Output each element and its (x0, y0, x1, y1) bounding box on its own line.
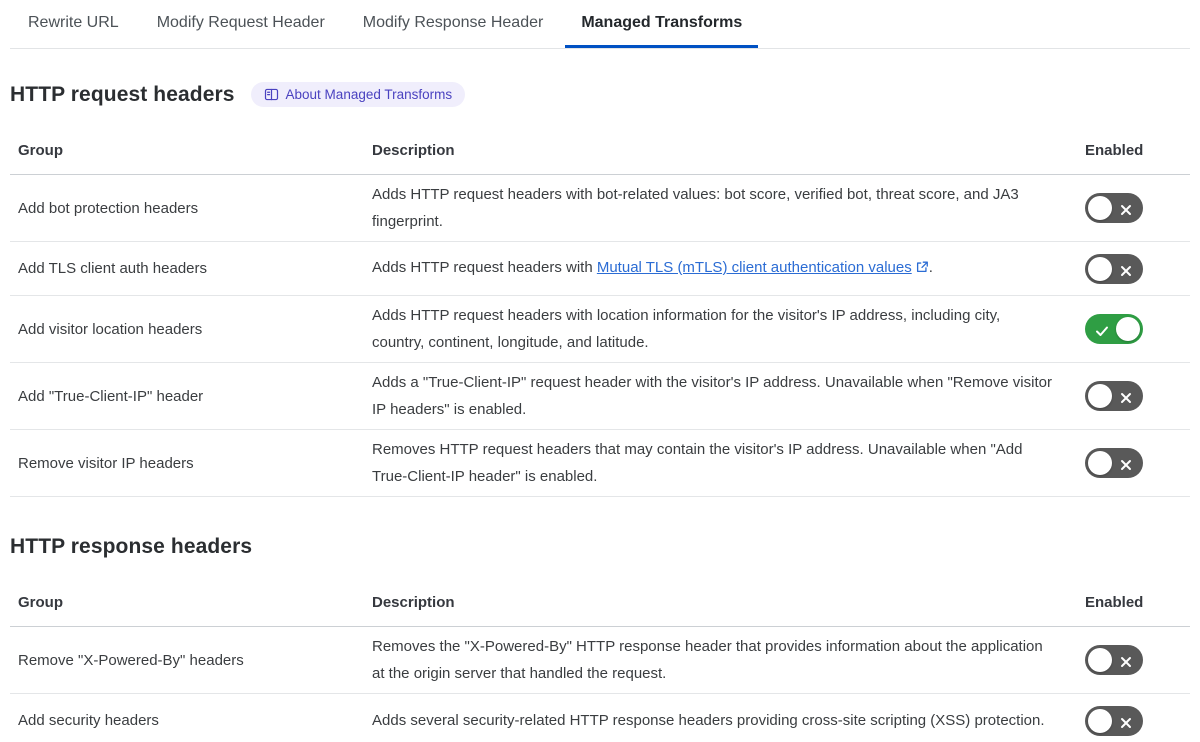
tab-managed-transforms[interactable]: Managed Transforms (565, 0, 759, 48)
row-group-label: Add visitor location headers (18, 320, 203, 338)
book-icon (264, 87, 279, 102)
response-headers-table: Group Description Enabled Remove "X-Powe… (10, 573, 1190, 742)
tab-modify-response-header[interactable]: Modify Response Header (347, 0, 560, 48)
request-headers-section-head: HTTP request headers About Managed Trans… (10, 82, 1190, 107)
column-header-group: Group (18, 594, 63, 611)
row-description: Removes HTTP request headers that may co… (372, 441, 1023, 485)
description-text: . (928, 259, 933, 276)
toggle-knob (1088, 708, 1112, 733)
row-description: Adds HTTP request headers with Mutual TL… (372, 248, 1085, 289)
table-row: Add bot protection headers Adds HTTP req… (10, 175, 1190, 242)
table-row: Remove "X-Powered-By" headers Removes th… (10, 627, 1190, 694)
external-link-icon (915, 256, 929, 283)
row-description: Removes the "X-Powered-By" HTTP response… (372, 638, 1043, 682)
x-icon (1118, 713, 1134, 740)
column-header-enabled: Enabled (1085, 142, 1144, 159)
row-group-label: Add security headers (18, 712, 159, 729)
toggle-bot-protection[interactable] (1085, 193, 1143, 223)
tab-modify-request-header[interactable]: Modify Request Header (141, 0, 341, 48)
about-managed-transforms-badge[interactable]: About Managed Transforms (250, 82, 466, 107)
toggle-tls-client-auth[interactable] (1085, 253, 1143, 284)
toggle-remove-visitor-ip[interactable] (1085, 448, 1143, 478)
row-description: Adds several security-related HTTP respo… (372, 712, 1045, 729)
toggle-knob (1088, 384, 1112, 408)
row-group-label: Add "True-Client-IP" header (18, 387, 204, 405)
request-headers-title: HTTP request headers (10, 82, 235, 106)
table-header-row: Group Description Enabled (10, 573, 1190, 627)
toggle-visitor-location[interactable] (1085, 314, 1143, 344)
row-group-label: Add TLS client auth headers (18, 260, 208, 277)
table-row: Add security headers Adds several securi… (10, 694, 1190, 742)
toggle-true-client-ip[interactable] (1085, 381, 1143, 411)
table-row: Add TLS client auth headers Adds HTTP re… (10, 242, 1190, 296)
badge-label: About Managed Transforms (285, 87, 453, 102)
request-headers-table: Group Description Enabled Add bot protec… (10, 121, 1190, 497)
x-icon (1118, 200, 1134, 227)
tab-rewrite-url[interactable]: Rewrite URL (12, 0, 135, 48)
row-description: Adds a "True-Client-IP" request header w… (372, 374, 1052, 418)
x-icon (1118, 261, 1134, 288)
table-row: Add "True-Client-IP" header Adds a "True… (10, 363, 1190, 430)
row-group-label: Remove "X-Powered-By" headers (18, 651, 244, 669)
column-header-description: Description (372, 142, 455, 159)
tab-bar: Rewrite URL Modify Request Header Modify… (10, 0, 1190, 49)
row-description: Adds HTTP request headers with bot-relat… (372, 186, 1019, 230)
toggle-add-security-headers[interactable] (1085, 705, 1143, 736)
column-header-enabled: Enabled (1085, 594, 1144, 611)
check-icon (1094, 321, 1110, 348)
column-header-group: Group (18, 142, 63, 159)
table-header-row: Group Description Enabled (10, 121, 1190, 175)
toggle-knob (1116, 317, 1140, 341)
column-header-description: Description (372, 594, 455, 611)
mtls-values-link[interactable]: Mutual TLS (mTLS) client authentication … (597, 259, 912, 276)
table-row: Add visitor location headers Adds HTTP r… (10, 296, 1190, 363)
toggle-knob (1088, 648, 1112, 672)
response-headers-title: HTTP response headers (10, 535, 253, 558)
toggle-knob (1088, 196, 1112, 220)
row-description: Adds HTTP request headers with location … (372, 307, 1001, 351)
row-group-label: Remove visitor IP headers (18, 454, 194, 472)
toggle-knob (1088, 256, 1112, 281)
row-group-label: Add bot protection headers (18, 199, 199, 217)
table-row: Remove visitor IP headers Removes HTTP r… (10, 430, 1190, 497)
x-icon (1118, 388, 1134, 415)
x-icon (1118, 455, 1134, 482)
response-headers-section-head: HTTP response headers (10, 535, 1190, 559)
x-icon (1118, 652, 1134, 679)
description-text: Adds HTTP request headers with (372, 259, 597, 276)
toggle-knob (1088, 451, 1112, 475)
toggle-remove-x-powered-by[interactable] (1085, 645, 1143, 675)
managed-transforms-page: Rewrite URL Modify Request Header Modify… (0, 0, 1200, 742)
